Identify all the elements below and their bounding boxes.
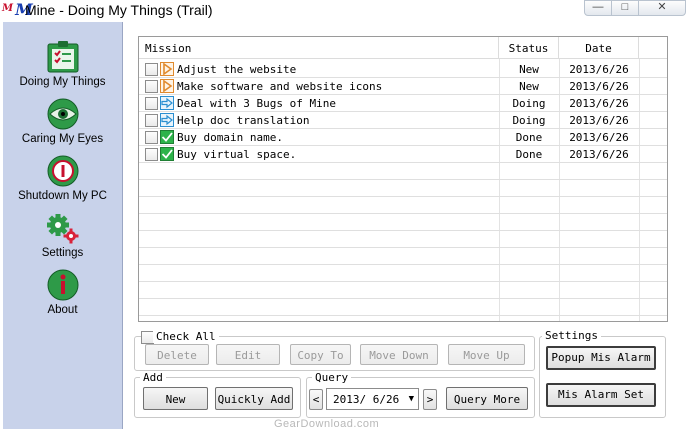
table-row[interactable]: Help doc translation Doing 2013/6/26: [139, 112, 667, 129]
date-select[interactable]: 2013/ 6/26 ▼: [326, 388, 419, 410]
power-icon: [47, 155, 79, 187]
column-header-mission[interactable]: Mission: [139, 37, 499, 59]
status-text: Doing: [512, 97, 546, 110]
sidebar-item-doing-my-things[interactable]: Doing My Things: [3, 30, 122, 88]
watermark: GearDownload.com: [274, 418, 380, 430]
check-all-label[interactable]: Check All: [153, 331, 219, 343]
date-text: 2013/6/26: [569, 97, 629, 110]
row-checkbox[interactable]: [145, 114, 158, 127]
empty-row: [139, 163, 667, 180]
previous-day-button[interactable]: <: [309, 389, 323, 410]
sidebar-item-label: About: [47, 304, 78, 316]
status-text: New: [519, 80, 539, 93]
new-button[interactable]: New: [143, 387, 208, 410]
quickly-add-button[interactable]: Quickly Add: [215, 387, 293, 410]
date-select-value: 2013/ 6/26: [333, 393, 400, 406]
column-header-status[interactable]: Status: [499, 37, 559, 59]
eye-icon: [47, 98, 79, 130]
mission-text: Buy virtual space.: [177, 148, 297, 161]
arrow-icon: [160, 96, 174, 110]
copy-to-button[interactable]: Copy To: [290, 344, 351, 365]
empty-row: [139, 265, 667, 282]
mission-text: Adjust the website: [177, 63, 297, 76]
empty-row: [139, 231, 667, 248]
date-text: 2013/6/26: [569, 80, 629, 93]
status-text: Doing: [512, 114, 546, 127]
row-checkbox[interactable]: [145, 97, 158, 110]
next-day-button[interactable]: >: [423, 389, 437, 410]
column-header-date[interactable]: Date: [559, 37, 639, 59]
settings-group-title: Settings: [542, 330, 601, 342]
mission-text: Deal with 3 Bugs of Mine: [177, 97, 336, 110]
delete-button[interactable]: Delete: [145, 344, 209, 365]
empty-row: [139, 214, 667, 231]
date-text: 2013/6/26: [569, 148, 629, 161]
check-icon: [160, 130, 174, 144]
table-row[interactable]: Deal with 3 Bugs of Mine Doing 2013/6/26: [139, 95, 667, 112]
table-row[interactable]: Buy domain name. Done 2013/6/26: [139, 129, 667, 146]
mission-text: Help doc translation: [177, 114, 310, 127]
sidebar-item-caring-my-eyes[interactable]: Caring My Eyes: [3, 87, 122, 145]
sidebar-item-about[interactable]: About: [3, 258, 122, 316]
mission-text: Buy domain name.: [177, 131, 283, 144]
maximize-button[interactable]: □: [611, 0, 639, 16]
empty-row: [139, 248, 667, 265]
edit-button[interactable]: Edit: [216, 344, 280, 365]
query-more-button[interactable]: Query More: [446, 387, 528, 410]
date-text: 2013/6/26: [569, 63, 629, 76]
status-text: New: [519, 63, 539, 76]
row-checkbox[interactable]: [145, 63, 158, 76]
mission-text: Make software and website icons: [177, 80, 383, 93]
sidebar-item-shutdown-my-pc[interactable]: Shutdown My PC: [3, 144, 122, 202]
play-icon: [160, 79, 174, 93]
checklist-icon: [47, 41, 79, 73]
chevron-down-icon: ▼: [408, 394, 414, 404]
title-bar: MM Mine - Doing My Things (Trail) — □ ✕: [0, 0, 688, 20]
row-checkbox[interactable]: [145, 80, 158, 93]
info-icon: [47, 269, 79, 301]
popup-mis-alarm-button[interactable]: Popup Mis Alarm: [546, 346, 656, 370]
table-row[interactable]: Buy virtual space. Done 2013/6/26: [139, 146, 667, 163]
status-text: Done: [515, 131, 543, 144]
check-icon: [160, 147, 174, 161]
sidebar: Doing My Things Caring My Eyes Shutdown …: [3, 22, 123, 429]
play-icon: [160, 62, 174, 76]
date-text: 2013/6/26: [569, 114, 629, 127]
arrow-icon: [160, 113, 174, 127]
window-title: Mine - Doing My Things (Trail): [25, 2, 213, 18]
query-group-title: Query: [312, 372, 352, 384]
column-header-filler: [639, 37, 667, 59]
empty-row: [139, 197, 667, 214]
move-down-button[interactable]: Move Down: [360, 344, 438, 365]
empty-row: [139, 299, 667, 316]
row-checkbox[interactable]: [145, 148, 158, 161]
add-group-title: Add: [140, 372, 166, 384]
table-row[interactable]: Adjust the website New 2013/6/26: [139, 61, 667, 78]
empty-row: [139, 282, 667, 299]
minimize-button[interactable]: —: [584, 0, 612, 16]
sidebar-item-settings[interactable]: Settings: [3, 201, 122, 259]
move-up-button[interactable]: Move Up: [448, 344, 525, 365]
mission-table[interactable]: Mission Status Date Adjust the website N…: [138, 36, 668, 322]
date-text: 2013/6/26: [569, 131, 629, 144]
empty-row: [139, 180, 667, 197]
close-button[interactable]: ✕: [638, 0, 686, 16]
mis-alarm-set-button[interactable]: Mis Alarm Set: [546, 383, 656, 407]
status-text: Done: [515, 148, 543, 161]
table-row[interactable]: Make software and website icons New 2013…: [139, 78, 667, 95]
row-checkbox[interactable]: [145, 131, 158, 144]
gears-icon: [47, 214, 79, 244]
